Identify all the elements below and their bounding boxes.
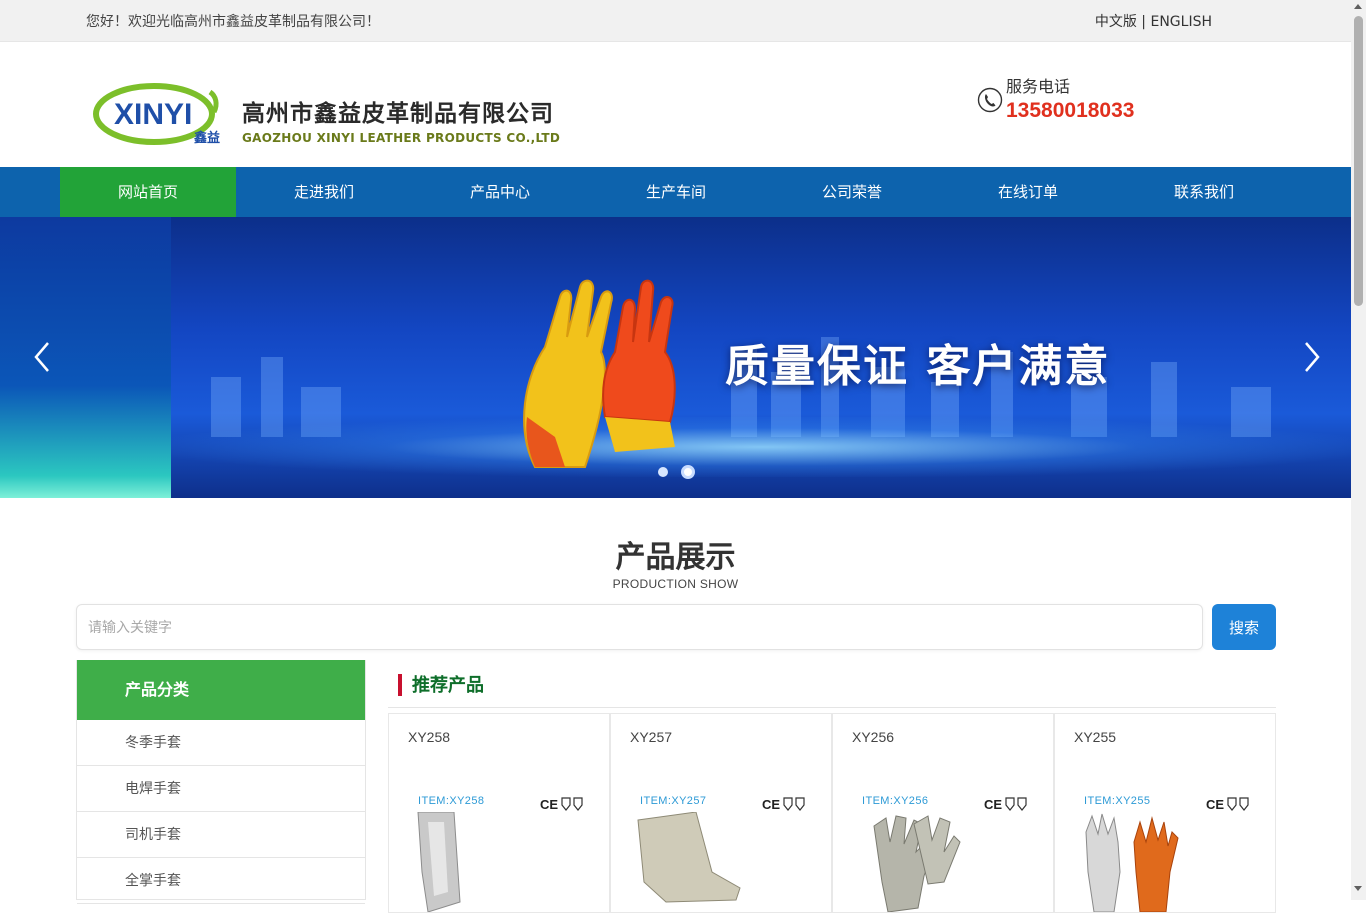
sidebar-item-winter-gloves[interactable]: 冬季手套 — [77, 720, 365, 766]
sidebar-item-driver-gloves[interactable]: 司机手套 — [77, 812, 365, 858]
sidebar-item-full-palm-gloves[interactable]: 全掌手套 — [77, 858, 365, 904]
product-name: XY258 — [408, 729, 451, 745]
search-input[interactable] — [76, 604, 1203, 650]
product-name: XY257 — [630, 729, 673, 745]
welcome-text: 您好！欢迎光临高州市鑫益皮革制品有限公司！ — [86, 14, 380, 30]
recommended-title: 推荐产品 — [412, 675, 484, 696]
ce-mark-icon: CE — [984, 797, 1027, 812]
product-image — [417, 812, 461, 912]
ce-mark-icon: CE — [1206, 797, 1249, 812]
lang-english-link[interactable]: ENGLISH — [1150, 14, 1212, 30]
svg-text:CE: CE — [762, 797, 780, 812]
product-card[interactable]: XY256 ITEM:XY256 CE — [832, 713, 1054, 913]
product-name: XY255 — [1074, 729, 1117, 745]
logo-wordmark: XINYI — [114, 98, 192, 131]
nav-item-about[interactable]: 走进我们 — [236, 167, 412, 217]
phone-icon — [977, 87, 1003, 113]
section-title: 产品展示 — [615, 540, 736, 575]
hero-banner: 质量保证 客户满意 — [0, 217, 1351, 498]
ce-mark-icon: CE — [540, 797, 583, 812]
ce-mark-icon: CE — [762, 797, 805, 812]
company-logo[interactable]: XINYI 鑫益 — [92, 82, 232, 146]
recommended-header: 推荐产品 — [388, 660, 1276, 708]
svg-text:CE: CE — [1206, 797, 1224, 812]
company-name-cn: 高州市鑫益皮革制品有限公司 — [242, 101, 554, 127]
product-grid: XY258 ITEM:XY258 CE XY257 ITEM:XY257 CE … — [388, 713, 1276, 913]
company-name-block: 高州市鑫益皮革制品有限公司 GAOZHOU XINYI LEATHER PROD… — [242, 94, 560, 145]
product-card[interactable]: XY257 ITEM:XY257 CE — [610, 713, 832, 913]
search-button[interactable]: 搜索 — [1212, 604, 1276, 650]
chevron-left-icon[interactable] — [28, 339, 58, 375]
company-name-en: GAOZHOU XINYI LEATHER PRODUCTS CO.,LTD — [242, 131, 561, 145]
product-image — [637, 812, 741, 903]
product-name: XY256 — [852, 729, 895, 745]
chevron-right-icon[interactable] — [1296, 339, 1326, 375]
product-item-code: ITEM:XY257 — [640, 795, 707, 807]
banner-left-strip — [0, 217, 171, 498]
product-card[interactable]: XY255 ITEM:XY255 CE — [1054, 713, 1276, 913]
svg-text:CE: CE — [540, 797, 558, 812]
main-navigation: 网站首页 走进我们 产品中心 生产车间 公司荣誉 在线订单 联系我们 — [0, 167, 1351, 217]
product-item-code: ITEM:XY255 — [1084, 795, 1151, 807]
product-card[interactable]: XY258 ITEM:XY258 CE — [388, 713, 610, 913]
page-scrollbar[interactable] — [1351, 0, 1366, 900]
lang-chinese-link[interactable]: 中文版 — [1095, 14, 1137, 30]
nav-item-home[interactable]: 网站首页 — [60, 167, 236, 217]
svg-text:CE: CE — [984, 797, 1002, 812]
logo-chinese-mark: 鑫益 — [193, 130, 220, 146]
product-image — [873, 815, 961, 912]
language-switch: 中文版 | ENGLISH — [1095, 11, 1212, 31]
scrollbar-thumb[interactable] — [1354, 16, 1363, 306]
top-bar: 您好！欢迎光临高州市鑫益皮革制品有限公司！ 中文版 | ENGLISH — [0, 0, 1351, 42]
nav-item-workshop[interactable]: 生产车间 — [588, 167, 764, 217]
banner-gloves-image — [523, 279, 676, 468]
product-item-code: ITEM:XY258 — [418, 795, 485, 807]
sidebar-heading: 产品分类 — [77, 660, 365, 720]
category-sidebar: 产品分类 冬季手套 电焊手套 司机手套 全掌手套 — [76, 660, 366, 904]
scroll-down-arrow-icon[interactable] — [1354, 886, 1362, 891]
nav-item-honors[interactable]: 公司荣誉 — [764, 167, 940, 217]
banner-light-glow — [171, 417, 1351, 477]
carousel-dot-2[interactable] — [681, 465, 695, 479]
product-image — [1085, 813, 1179, 912]
recommended-accent-bar — [398, 674, 402, 696]
sidebar-item-welding-gloves[interactable]: 电焊手套 — [77, 766, 365, 812]
banner-slogan: 质量保证 客户满意 — [725, 341, 1111, 392]
nav-item-products[interactable]: 产品中心 — [412, 167, 588, 217]
phone-number[interactable]: 13580018033 — [1006, 99, 1134, 123]
site-header: XINYI 鑫益 高州市鑫益皮革制品有限公司 GAOZHOU XINYI LEA… — [0, 42, 1351, 167]
scroll-up-arrow-icon[interactable] — [1354, 4, 1362, 9]
section-subtitle: PRODUCTION SHOW — [612, 577, 739, 591]
product-item-code: ITEM:XY256 — [862, 795, 929, 807]
phone-label: 服务电话 — [1006, 77, 1071, 96]
nav-item-contact[interactable]: 联系我们 — [1116, 167, 1292, 217]
nav-item-order[interactable]: 在线订单 — [940, 167, 1116, 217]
lang-separator: | — [1136, 14, 1151, 30]
carousel-dot-1[interactable] — [658, 467, 668, 477]
